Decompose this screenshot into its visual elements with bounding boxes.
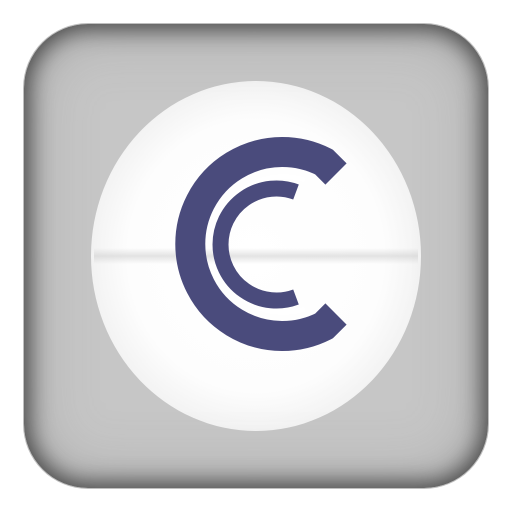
app-icon-tile[interactable]	[24, 24, 488, 488]
icon-canvas	[0, 0, 512, 512]
c-logo-icon	[175, 137, 347, 351]
logo-inner-stroke	[212, 180, 299, 309]
